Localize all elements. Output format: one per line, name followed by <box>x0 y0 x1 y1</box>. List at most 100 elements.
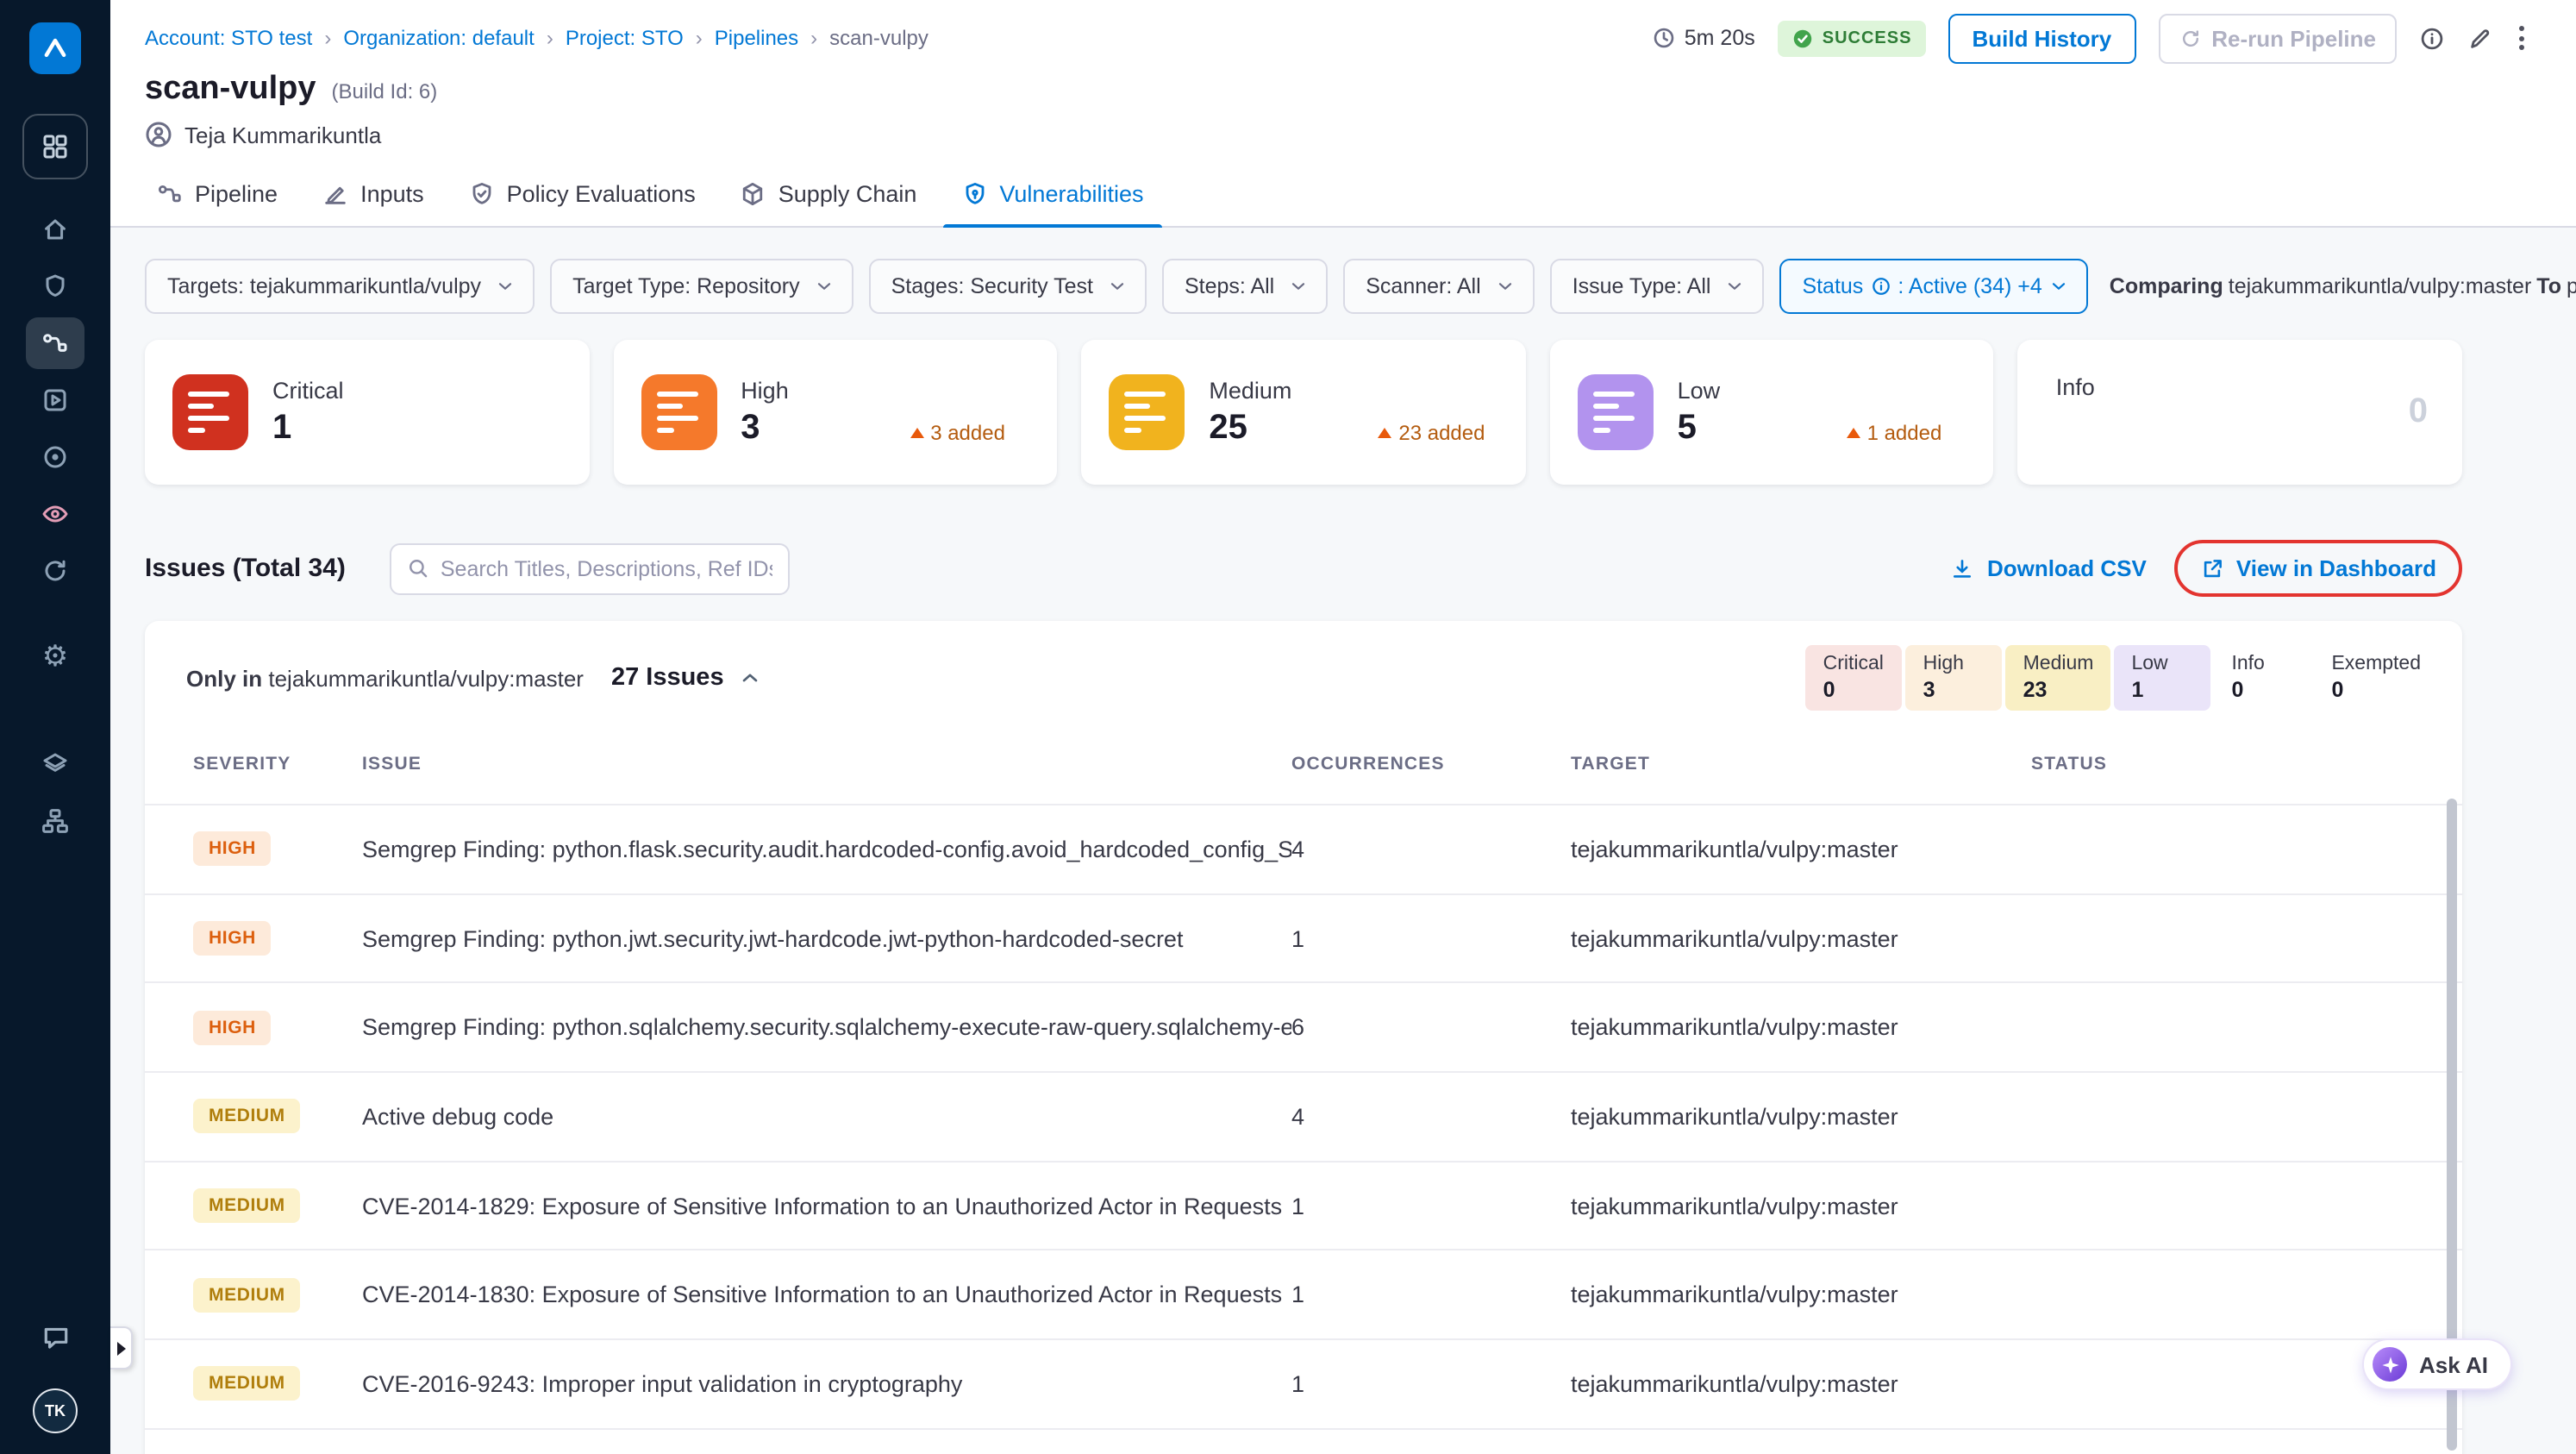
severity-summary-chip: High 3 <box>1905 645 2003 711</box>
group-issue-count: 27 Issues <box>610 664 724 692</box>
issue-title: CVE-2014-1830: Exposure of Sensitive Inf… <box>362 1282 1283 1308</box>
status-badge: SUCCESS <box>1777 20 1926 56</box>
severity-card[interactable]: Low 5 1 added <box>1549 340 1994 485</box>
chevron-down-icon <box>2053 283 2066 290</box>
red-annotation-circle: View in Dashboard <box>2173 540 2462 597</box>
inputs-icon <box>322 181 348 207</box>
issue-occurrences: 4 <box>1291 836 1305 862</box>
tab-policy-evaluations[interactable]: Policy Evaluations <box>447 162 718 226</box>
rerun-pipeline-button[interactable]: Re-run Pipeline <box>2158 13 2397 63</box>
home-icon[interactable] <box>26 204 84 255</box>
table-header-row: SEVERITY ISSUE OCCURRENCES TARGET STATUS <box>145 724 2462 804</box>
severity-card-label: Info <box>2055 374 2095 400</box>
filter-dropdown[interactable]: Issue Type: All <box>1549 259 1765 314</box>
issue-row[interactable]: MEDIUM Active debug code 4 tejakummariku… <box>145 1071 2462 1160</box>
ask-ai-button[interactable]: Ask AI <box>2364 1340 2510 1388</box>
severity-summary-chip: Exempted 0 <box>2331 654 2421 702</box>
info-icon[interactable] <box>2419 25 2445 51</box>
issue-occurrences: 1 <box>1291 1193 1305 1219</box>
security-scans-icon[interactable] <box>26 260 84 312</box>
settings-gear-icon[interactable]: ⚙ <box>26 630 84 681</box>
issue-title: Active debug code <box>362 1103 554 1130</box>
issues-title: Issues (Total 34) <box>145 554 346 583</box>
issue-target: tejakummarikuntla/vulpy:master <box>1571 1370 1898 1397</box>
issue-title: Semgrep Finding: python.flask.security.a… <box>362 836 1291 862</box>
tab-inputs[interactable]: Inputs <box>300 162 447 226</box>
tab-bar: Pipeline Inputs Policy Evaluations Suppl… <box>110 162 2576 228</box>
harness-logo[interactable] <box>29 22 81 74</box>
severity-added-label: 3 added <box>910 420 1005 444</box>
tab-supply-chain[interactable]: Supply Chain <box>718 162 940 226</box>
severity-card[interactable]: Critical 1 <box>145 340 590 485</box>
templates-icon[interactable] <box>26 738 84 790</box>
issue-row[interactable]: HIGH Semgrep Finding: python.jwt.securit… <box>145 893 2462 981</box>
severity-card[interactable]: High 3 3 added <box>613 340 1058 485</box>
severity-added-label: 23 added <box>1378 420 1485 444</box>
severity-summary-chip: Medium 23 <box>2005 645 2111 711</box>
issue-row[interactable]: HIGH Semgrep Finding: python.sqlalchemy.… <box>145 981 2462 1071</box>
module-selector-icon[interactable] <box>22 114 88 179</box>
sidebar: ⚙ TK <box>0 0 110 1454</box>
filter-dropdown[interactable]: Targets: tejakummarikuntla/vulpy <box>145 259 535 314</box>
duration: 5m 20s <box>1652 26 1755 50</box>
issue-row[interactable]: MEDIUM CVE-2014-1829: Exposure of Sensit… <box>145 1160 2462 1250</box>
security-tests-icon[interactable] <box>26 488 84 540</box>
author-name: Teja Kummarikuntla <box>184 122 382 147</box>
issue-title: CVE-2016-9243: Improper input validation… <box>362 1370 963 1397</box>
tab-pipeline[interactable]: Pipeline <box>134 162 300 226</box>
severity-badge: HIGH <box>193 831 272 867</box>
builds-icon[interactable] <box>26 374 84 426</box>
chevron-down-icon <box>1498 283 1511 290</box>
column-header: STATUS <box>2031 754 2108 774</box>
search-input[interactable] <box>440 556 773 580</box>
filter-dropdown[interactable]: Steps: All <box>1162 259 1329 314</box>
severity-card-icon <box>172 374 248 450</box>
group-label: Only in tejakummarikuntla/vulpy:master <box>186 665 584 691</box>
breadcrumb-link[interactable]: Account: STO test <box>145 26 312 50</box>
severity-added-label: 1 added <box>1847 420 1942 444</box>
issue-occurrences: 1 <box>1291 925 1305 952</box>
pipelines-icon[interactable] <box>26 317 84 369</box>
panel-expander[interactable] <box>110 1326 133 1369</box>
refresh-icon <box>2182 29 2198 46</box>
issue-title: Semgrep Finding: python.jwt.security.jwt… <box>362 925 1184 952</box>
app-window: ⚙ TK Account: STO test › Organization: d… <box>0 0 2576 1454</box>
chat-icon[interactable] <box>41 1323 70 1361</box>
breadcrumb-link[interactable]: Project: STO <box>566 26 684 50</box>
edit-icon[interactable] <box>2467 25 2493 51</box>
comparing-label: Comparing tejakummarikuntla/vulpy:master T… <box>2109 274 2576 298</box>
filter-dropdown[interactable]: Target Type: Repository <box>550 259 853 314</box>
severity-card[interactable]: Info 0 <box>2017 340 2462 485</box>
more-options-icon[interactable] <box>2516 22 2528 53</box>
filter-dropdown[interactable]: Scanner: All <box>1343 259 1535 314</box>
sync-icon[interactable] <box>26 545 84 597</box>
severity-card-label: High <box>741 377 789 403</box>
issue-row[interactable]: MEDIUM CVE-2016-9243: Improper input val… <box>145 1338 2462 1427</box>
user-avatar[interactable]: TK <box>33 1388 78 1433</box>
tab-vulnerabilities[interactable]: Vulnerabilities <box>939 162 1166 228</box>
severity-card-label: Low <box>1677 377 1721 403</box>
breadcrumb-link[interactable]: Pipelines <box>715 26 798 50</box>
breadcrumb-link[interactable]: Organization: default <box>343 26 535 50</box>
severity-card-label: Critical <box>272 377 344 403</box>
view-in-dashboard-button[interactable]: View in Dashboard <box>2200 555 2436 581</box>
status-filter-dropdown[interactable]: Status : Active (34) +4 <box>1779 259 2089 314</box>
download-csv-button[interactable]: Download CSV <box>1951 555 2147 581</box>
breadcrumb-link[interactable]: scan-vulpy <box>829 26 928 50</box>
collapse-icon[interactable] <box>735 662 766 693</box>
build-history-button[interactable]: Build History <box>1948 13 2136 63</box>
severity-card-count: 1 <box>272 408 292 446</box>
chevron-down-icon <box>1729 283 1741 290</box>
deployments-icon[interactable] <box>26 431 84 483</box>
issue-row[interactable]: MEDIUM CVE-2014-1830: Exposure of Sensit… <box>145 1249 2462 1338</box>
build-id: (Build Id: 6) <box>331 79 438 103</box>
column-header: OCCURRENCES <box>1291 754 1445 774</box>
filter-dropdown[interactable]: Stages: Security Test <box>868 259 1147 314</box>
organizations-icon[interactable] <box>26 795 84 847</box>
issue-row[interactable]: MEDIUM <box>145 1427 2462 1454</box>
issue-row[interactable]: HIGH Semgrep Finding: python.flask.secur… <box>145 804 2462 893</box>
severity-card-count: 3 <box>741 408 760 446</box>
severity-card-count: 25 <box>1209 408 1247 446</box>
download-icon <box>1954 559 1972 577</box>
severity-card[interactable]: Medium 25 23 added <box>1081 340 1526 485</box>
